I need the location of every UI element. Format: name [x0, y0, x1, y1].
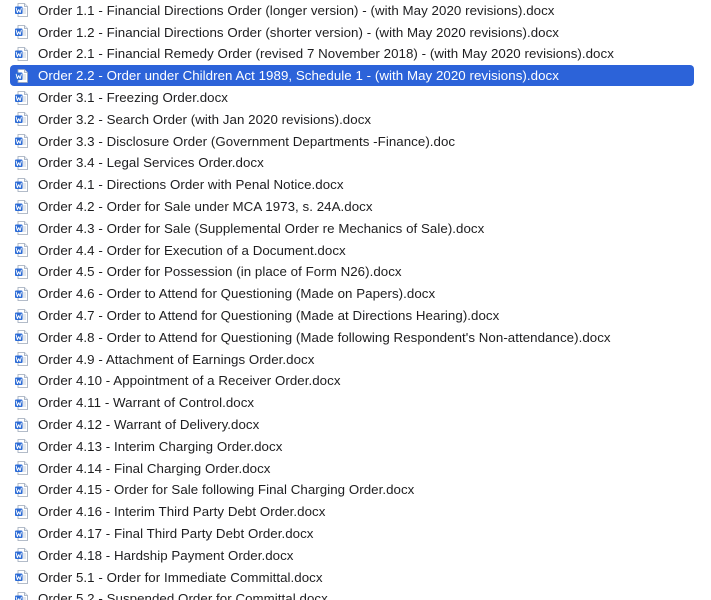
file-name: Order 4.15 - Order for Sale following Fi… — [38, 482, 415, 498]
file-name: Order 3.2 - Search Order (with Jan 2020 … — [38, 111, 372, 127]
word-document-icon — [15, 156, 28, 170]
word-document-icon — [15, 243, 28, 258]
file-row[interactable]: Order 4.4 - Order for Execution of a Doc… — [0, 239, 711, 261]
file-row[interactable]: Order 4.12 - Warrant of Delivery.docx — [0, 414, 711, 436]
file-row[interactable]: Order 3.3 - Disclosure Order (Government… — [0, 130, 711, 152]
file-name: Order 5.2 - Suspended Order for Committa… — [38, 591, 328, 600]
file-name: Order 1.2 - Financial Directions Order (… — [38, 24, 559, 40]
file-name: Order 4.5 - Order for Possession (in pla… — [38, 264, 402, 280]
file-row[interactable]: Order 4.6 - Order to Attend for Question… — [0, 283, 711, 305]
file-name: Order 4.9 - Attachment of Earnings Order… — [38, 351, 315, 367]
file-row[interactable]: Order 1.1 - Financial Directions Order (… — [0, 0, 711, 21]
word-document-icon — [15, 439, 28, 454]
word-document-icon — [15, 504, 28, 519]
word-document-icon — [15, 134, 28, 149]
word-document-icon — [15, 199, 28, 214]
file-row[interactable]: Order 4.17 - Final Third Party Debt Orde… — [0, 523, 711, 545]
file-name: Order 3.1 - Freezing Order.docx — [38, 90, 228, 106]
word-document-icon — [15, 592, 28, 600]
file-row[interactable]: Order 4.16 - Interim Third Party Debt Or… — [0, 501, 711, 523]
word-document-icon — [15, 112, 28, 127]
file-row[interactable]: Order 4.14 - Final Charging Order.docx — [0, 457, 711, 479]
word-document-icon — [15, 526, 28, 541]
file-row[interactable]: Order 4.11 - Warrant of Control.docx — [0, 392, 711, 414]
file-name: Order 5.1 - Order for Immediate Committa… — [38, 569, 323, 585]
file-row[interactable]: Order 1.2 - Financial Directions Order (… — [0, 21, 711, 43]
file-name: Order 4.12 - Warrant of Delivery.docx — [38, 417, 260, 433]
file-name: Order 1.1 - Financial Directions Order (… — [38, 2, 555, 18]
file-row[interactable]: Order 5.2 - Suspended Order for Committa… — [0, 588, 711, 600]
file-name: Order 4.11 - Warrant of Control.docx — [38, 395, 255, 411]
file-row[interactable]: Order 4.10 - Appointment of a Receiver O… — [0, 370, 711, 392]
file-name: Order 4.18 - Hardship Payment Order.docx — [38, 547, 294, 563]
file-row[interactable]: Order 4.13 - Interim Charging Order.docx — [0, 435, 711, 457]
word-document-icon — [15, 374, 28, 388]
word-document-icon — [15, 286, 28, 301]
word-document-icon — [15, 265, 28, 279]
file-name: Order 4.17 - Final Third Party Debt Orde… — [38, 526, 314, 542]
file-name: Order 4.13 - Interim Charging Order.docx — [38, 438, 283, 454]
file-row[interactable]: Order 3.1 - Freezing Order.docx — [0, 87, 711, 109]
file-name: Order 4.7 - Order to Attend for Question… — [38, 308, 500, 324]
file-name: Order 3.4 - Legal Services Order.docx — [38, 155, 264, 171]
file-row[interactable]: Order 4.2 - Order for Sale under MCA 197… — [0, 196, 711, 218]
file-name: Order 3.3 - Disclosure Order (Government… — [38, 133, 456, 149]
file-row[interactable]: Order 3.2 - Search Order (with Jan 2020 … — [0, 108, 711, 130]
word-document-icon — [15, 483, 28, 497]
file-name: Order 2.1 - Financial Remedy Order (revi… — [38, 46, 614, 62]
file-row[interactable]: Order 4.8 - Order to Attend for Question… — [0, 326, 711, 348]
word-document-icon — [15, 90, 28, 105]
file-row[interactable]: Order 5.1 - Order for Immediate Committa… — [0, 566, 711, 588]
word-document-icon — [15, 177, 28, 192]
file-row[interactable]: Order 4.5 - Order for Possession (in pla… — [0, 261, 711, 283]
file-name: Order 4.16 - Interim Third Party Debt Or… — [38, 504, 326, 520]
word-document-icon — [15, 352, 28, 367]
file-name: Order 4.2 - Order for Sale under MCA 197… — [38, 199, 373, 215]
file-name: Order 4.6 - Order to Attend for Question… — [38, 286, 436, 302]
word-document-icon — [15, 308, 28, 323]
file-name: Order 2.2 - Order under Children Act 198… — [38, 68, 559, 84]
file-row[interactable]: Order 2.1 - Financial Remedy Order (revi… — [0, 43, 711, 65]
word-document-icon — [15, 570, 28, 585]
word-document-icon — [15, 47, 28, 61]
file-name: Order 4.4 - Order for Execution of a Doc… — [38, 242, 346, 258]
file-row[interactable]: Order 4.1 - Directions Order with Penal … — [0, 174, 711, 196]
word-document-icon — [15, 3, 28, 18]
file-name: Order 4.14 - Final Charging Order.docx — [38, 460, 271, 476]
file-name: Order 4.3 - Order for Sale (Supplemental… — [38, 220, 485, 236]
file-row[interactable]: Order 4.3 - Order for Sale (Supplemental… — [0, 217, 711, 239]
file-row[interactable]: Order 4.18 - Hardship Payment Order.docx — [0, 544, 711, 566]
word-document-icon — [15, 68, 28, 83]
word-document-icon — [15, 221, 28, 236]
word-document-icon — [15, 461, 28, 476]
word-document-icon — [15, 25, 28, 40]
file-row[interactable]: Order 4.15 - Order for Sale following Fi… — [0, 479, 711, 501]
file-row[interactable]: Order 3.4 - Legal Services Order.docx — [0, 152, 711, 174]
word-document-icon — [15, 417, 28, 432]
word-document-icon — [15, 395, 28, 410]
file-row[interactable]: Order 4.7 - Order to Attend for Question… — [0, 305, 711, 327]
file-name: Order 4.10 - Appointment of a Receiver O… — [38, 373, 341, 389]
file-name: Order 4.1 - Directions Order with Penal … — [38, 177, 344, 193]
file-row[interactable]: Order 2.2 - Order under Children Act 198… — [0, 65, 711, 87]
file-row[interactable]: Order 4.9 - Attachment of Earnings Order… — [0, 348, 711, 370]
file-name: Order 4.8 - Order to Attend for Question… — [38, 329, 611, 345]
word-document-icon — [15, 330, 28, 345]
word-document-icon — [15, 548, 28, 563]
file-list: Order 1.1 - Financial Directions Order (… — [0, 0, 711, 600]
